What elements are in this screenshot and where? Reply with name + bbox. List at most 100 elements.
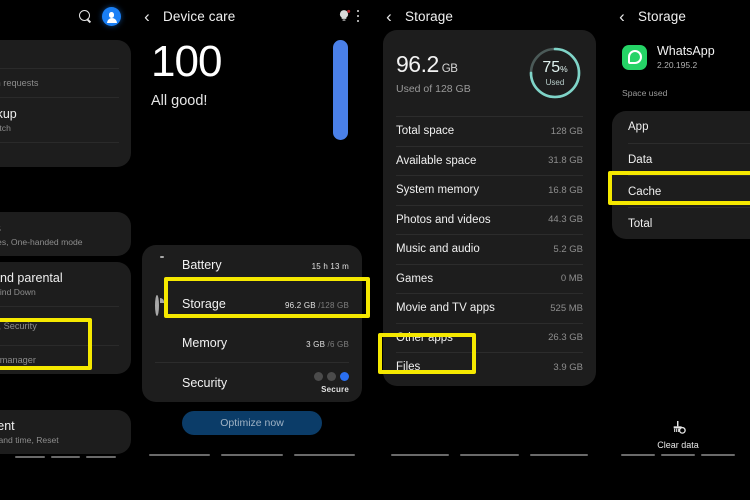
item-label: Security (182, 375, 228, 390)
used-value: 96.2 (396, 51, 439, 77)
settings-row[interactable]: eing and parental imers, Wind Down (0, 262, 119, 307)
storage-row-total-space[interactable]: Total space 128 GB (396, 116, 583, 146)
gesture-nav-bar (131, 454, 373, 456)
device-care-item-battery[interactable]: Battery 15 h 13 m (155, 245, 349, 284)
row-value: 31.8 GB (548, 155, 583, 167)
section-label: Space used (622, 88, 668, 98)
item-value: 96.2 GB (285, 301, 316, 310)
settings-row-subtitle: mission manager (0, 355, 36, 365)
settings-row[interactable]: ger (0, 40, 119, 69)
broom-icon (673, 421, 686, 434)
storage-row-movie-and-tv-apps[interactable]: Movie and TV apps 525 MB (396, 293, 583, 323)
row-label: Available space (396, 154, 477, 167)
score-status: All good! (151, 93, 208, 109)
settings-row[interactable]: atures d gestures, One-handed mode (0, 212, 119, 256)
app-identity: WhatsApp 2.20.195.2 (606, 32, 750, 70)
page-title: Device care (163, 8, 236, 24)
settings-row[interactable]: Location requests (0, 69, 119, 98)
settings-row-title: eing and parental (0, 271, 63, 285)
ring-percent: 75 (542, 59, 561, 76)
storage-row-games[interactable]: Games 0 MB (396, 263, 583, 294)
device-care-item-storage[interactable]: Storage 96.2 GB /128 GB (155, 284, 349, 323)
used-unit: GB (441, 63, 458, 75)
storage-summary: 96.2 GB Used of 128 GB 75% Used (396, 30, 583, 116)
nav-hint-bar (621, 454, 655, 456)
device-care-item-security[interactable]: Security Secure (155, 363, 349, 402)
back-arrow-icon[interactable]: ‹ (381, 8, 397, 25)
nav-hint-bar (294, 454, 356, 456)
settings-row-device-care[interactable]: Memory, Security (0, 307, 119, 346)
item-value-total: /128 GB (318, 301, 349, 310)
settings-row[interactable]: agement ut, Date and time, Reset (0, 410, 119, 454)
account-avatar-icon[interactable] (102, 7, 121, 26)
lightbulb-tips-icon[interactable] (337, 9, 351, 23)
item-label: Storage (182, 296, 226, 311)
back-arrow-icon[interactable]: ‹ (139, 8, 155, 25)
nav-hint-bar (661, 454, 695, 456)
row-label: Photos and videos (396, 213, 491, 226)
storage-row-available-space[interactable]: Available space 31.8 GB (396, 145, 583, 176)
device-care-score: 100 All good! (151, 40, 222, 110)
panel-settings: ger Location requests d backup mart Swit… (0, 0, 131, 500)
more-options-icon[interactable] (351, 9, 366, 23)
storage-row-files[interactable]: Files 3.9 GB (396, 352, 583, 382)
storage-row-system-memory[interactable]: System memory 16.8 GB (396, 175, 583, 205)
settings-row[interactable]: mission manager (0, 346, 119, 374)
row-label: Total space (396, 125, 455, 138)
search-icon[interactable] (79, 10, 92, 23)
clear-data-label: Clear data (657, 440, 699, 450)
settings-row-subtitle: mart Switch (0, 123, 11, 133)
app-storage-row-cache[interactable]: Cache (628, 175, 750, 207)
item-value: 15 h 13 m (311, 262, 349, 271)
device-care-header: ‹ Device care (131, 0, 373, 32)
settings-row-title: agement (0, 419, 15, 433)
clear-data-button[interactable]: Clear data (606, 420, 750, 450)
nav-hint-bar (148, 454, 210, 456)
row-value: 26.3 GB (548, 332, 583, 344)
optimize-now-button[interactable]: Optimize now (182, 411, 322, 435)
nav-hint-bar (460, 454, 519, 456)
nav-hint-bar (221, 454, 283, 456)
space-used-card: App Data Cache Total (612, 111, 750, 239)
settings-row-subtitle: Location requests (0, 78, 39, 88)
storage-row-music-and-audio[interactable]: Music and audio 5.2 GB (396, 234, 583, 264)
storage-row-photos-and-videos[interactable]: Photos and videos 44.3 GB (396, 204, 583, 235)
whatsapp-icon (622, 44, 647, 70)
settings-row-title: d backup (0, 107, 17, 121)
row-value: 128 GB (550, 125, 583, 137)
settings-row[interactable]: d backup mart Switch (0, 98, 119, 143)
item-label: Memory (182, 335, 228, 350)
page-title: Storage (638, 8, 686, 24)
row-label: Total (628, 217, 653, 230)
row-label: System memory (396, 184, 480, 197)
gesture-nav-bar (0, 456, 131, 458)
row-label: Cache (628, 185, 662, 198)
nav-hint-bar (701, 454, 735, 456)
settings-row-subtitle: d gestures, One-handed mode (0, 237, 83, 247)
item-label: Battery (182, 257, 222, 272)
row-value: 3.9 GB (553, 361, 583, 373)
panel-app-storage: ‹ Storage WhatsApp 2.20.195.2 Space used… (606, 0, 750, 500)
nav-hint-bar (390, 454, 450, 456)
app-version: 2.20.195.2 (657, 60, 698, 70)
row-label: Data (628, 153, 653, 166)
gesture-nav-bar (606, 454, 750, 456)
device-care-item-memory[interactable]: Memory 3 GB /6 GB (155, 323, 349, 362)
settings-row[interactable] (0, 143, 119, 167)
ring-label: Used (545, 78, 565, 87)
row-label: Games (396, 272, 434, 285)
page-title: Storage (405, 8, 453, 24)
settings-group-1: ger Location requests d backup mart Swit… (0, 40, 131, 167)
row-value: 0 MB (560, 273, 583, 285)
app-storage-row-total[interactable]: Total (628, 207, 750, 239)
app-storage-row-data[interactable]: Data (628, 143, 750, 175)
settings-row-title: atures (0, 221, 119, 235)
screenshot-root: ger Location requests d backup mart Swit… (0, 0, 750, 500)
storage-row-other-apps[interactable]: Other apps 26.3 GB (396, 322, 583, 353)
storage-header: ‹ Storage (373, 0, 606, 32)
row-label: Files (396, 361, 421, 374)
used-of-text: Used of 128 GB (396, 83, 471, 95)
row-value: 525 MB (550, 302, 583, 314)
app-storage-row-app[interactable]: App (628, 111, 750, 143)
back-arrow-icon[interactable]: ‹ (614, 8, 630, 25)
